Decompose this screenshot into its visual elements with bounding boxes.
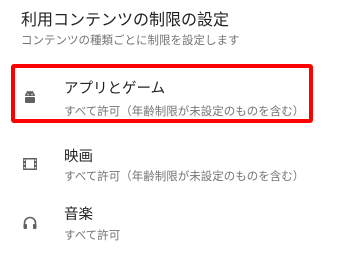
list-item-apps-and-games[interactable]: アプリとゲーム すべて許可（年齢制限が未設定のものを含む） — [0, 66, 340, 128]
list-item-label: 音楽 — [64, 207, 93, 223]
list-item-music[interactable]: 音楽 すべて許可 — [0, 200, 340, 262]
list-item-description: すべて許可（年齢制限が未設定のものを含む） — [64, 169, 305, 183]
film-icon — [22, 156, 38, 172]
page-title: 利用コンテンツの制限の設定 — [21, 10, 230, 29]
list-item-label: 映画 — [64, 149, 93, 165]
list-item-label: アプリとゲーム — [64, 81, 166, 97]
page-subtitle: コンテンツの種類ごとに制限を設定します — [21, 33, 240, 47]
list-item-description: すべて許可 — [64, 228, 121, 242]
android-icon — [22, 89, 38, 105]
list-item-movies[interactable]: 映画 すべて許可（年齢制限が未設定のものを含む） — [0, 142, 340, 204]
list-item-description: すべて許可（年齢制限が未設定のものを含む） — [64, 104, 305, 118]
headphones-icon — [22, 215, 38, 231]
settings-header: 利用コンテンツの制限の設定 コンテンツの種類ごとに制限を設定します — [21, 10, 240, 48]
